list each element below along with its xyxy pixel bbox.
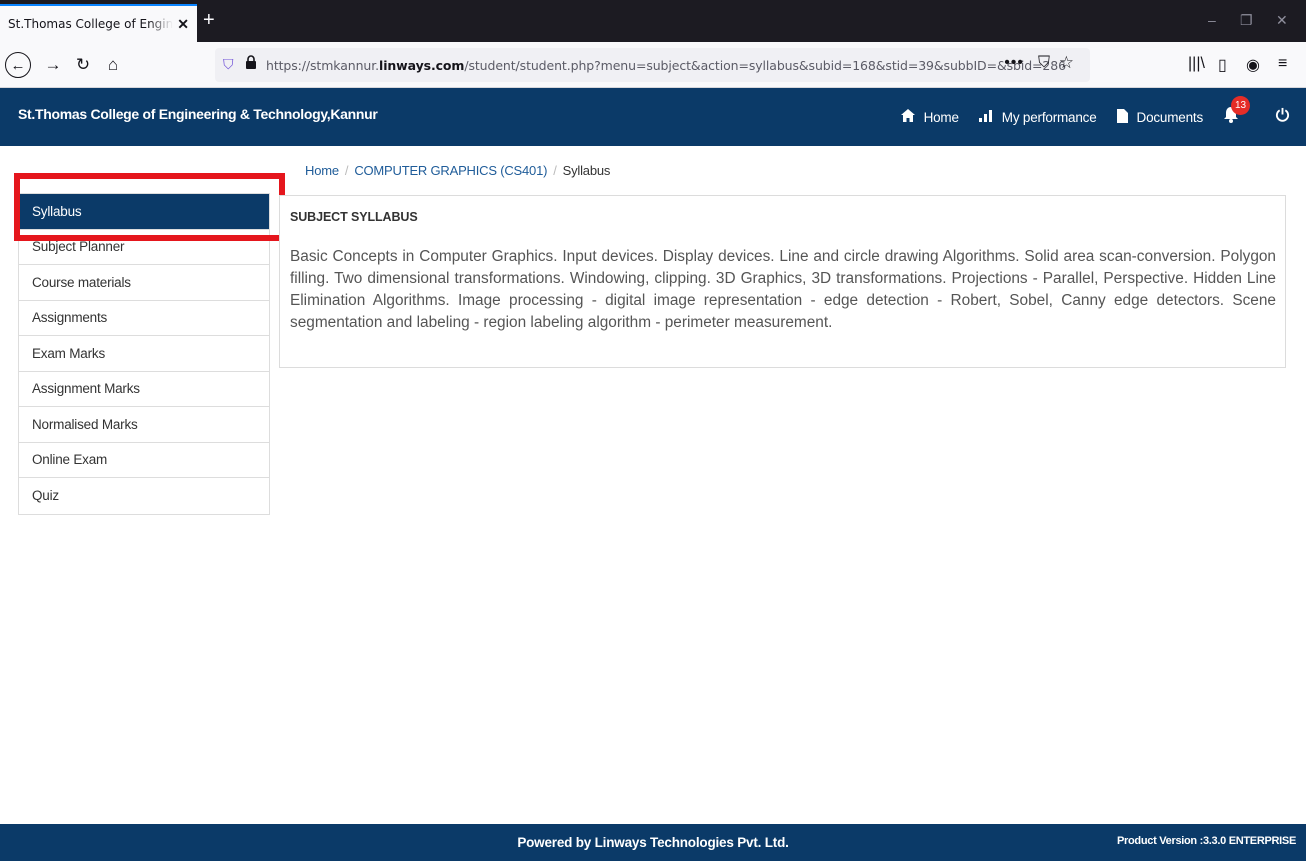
breadcrumb: Home / COMPUTER GRAPHICS (CS401) / Syllabus	[305, 163, 610, 178]
syllabus-text: Basic Concepts in Computer Graphics. Inp…	[290, 248, 1276, 331]
app-header: St.Thomas College of Engineering & Techn…	[0, 88, 1306, 146]
restore-icon[interactable]: ❐	[1240, 12, 1253, 29]
footer: Powered by Linways Technologies Pvt. Ltd…	[0, 824, 1306, 861]
sidebar-item-assignments[interactable]: Assignments	[19, 300, 269, 336]
nav-documents-label: Documents	[1136, 109, 1204, 125]
sidebar-item-exam-marks[interactable]: Exam Marks	[19, 336, 269, 372]
sidebar-item-quiz[interactable]: Quiz	[19, 478, 269, 514]
notification-badge: 13	[1231, 96, 1250, 115]
browser-toolbar: ← → ↻ ⌂ ⛉ https://stmkannur.linways.com/…	[0, 42, 1306, 88]
syllabus-panel: SUBJECT SYLLABUS Basic Concepts in Compu…	[279, 195, 1286, 368]
breadcrumb-separator: /	[553, 163, 557, 178]
home-icon[interactable]: ⌂	[100, 52, 126, 78]
breadcrumb-home[interactable]: Home	[305, 163, 339, 178]
back-icon[interactable]: ←	[5, 52, 31, 78]
browser-tab[interactable]: St.Thomas College of Engineering & Techn…	[0, 4, 197, 42]
breadcrumb-subject[interactable]: COMPUTER GRAPHICS (CS401)	[354, 163, 547, 178]
footer-powered-by: Powered by Linways Technologies Pvt. Ltd…	[517, 835, 789, 850]
more-icon[interactable]: •••	[1004, 54, 1024, 72]
subject-sidebar: Syllabus Subject Planner Course material…	[18, 193, 270, 515]
sidebar-icon[interactable]: ▯	[1218, 55, 1227, 75]
nav-home-label: Home	[923, 109, 959, 125]
star-icon[interactable]: ☆	[1059, 53, 1074, 73]
power-icon[interactable]	[1275, 107, 1290, 127]
breadcrumb-separator: /	[344, 163, 349, 178]
browser-tab-bar: St.Thomas College of Engineering & Techn…	[0, 0, 1306, 42]
url-bar[interactable]: ⛉ https://stmkannur.linways.com/student/…	[215, 48, 1090, 82]
home-icon	[900, 109, 915, 125]
notifications-button[interactable]: 13	[1223, 96, 1250, 128]
reload-icon[interactable]: ↻	[70, 52, 96, 78]
panel-heading: SUBJECT SYLLABUS	[290, 210, 418, 224]
sidebar-item-course-materials[interactable]: Course materials	[19, 265, 269, 301]
nav-home-link[interactable]: Home	[900, 109, 959, 125]
sidebar-item-assignment-marks[interactable]: Assignment Marks	[19, 371, 269, 407]
forward-icon[interactable]: →	[40, 52, 66, 78]
account-icon[interactable]: ◉	[1246, 55, 1260, 75]
url-text[interactable]: https://stmkannur.linways.com/student/st…	[266, 58, 1066, 73]
sidebar-item-subject-planner[interactable]: Subject Planner	[19, 229, 269, 265]
menu-icon[interactable]: ≡	[1278, 55, 1287, 73]
new-tab-button[interactable]: +	[203, 10, 215, 30]
nav-performance-label: My performance	[1001, 109, 1097, 125]
product-version: Product Version :3.3.0 ENTERPRISE	[1117, 835, 1296, 847]
sidebar-item-online-exam[interactable]: Online Exam	[19, 442, 269, 478]
shield-icon[interactable]: ⛉	[223, 56, 234, 73]
document-icon	[1116, 108, 1128, 126]
top-nav: Home My performance Documents 13	[900, 88, 1306, 146]
minimize-icon[interactable]: –	[1208, 12, 1216, 28]
sidebar-item-normalised-marks[interactable]: Normalised Marks	[19, 407, 269, 443]
library-icon[interactable]: |||\	[1188, 55, 1205, 73]
nav-documents-link[interactable]: Documents	[1116, 108, 1204, 126]
breadcrumb-current: Syllabus	[562, 163, 611, 178]
close-icon[interactable]: ✕	[177, 16, 189, 33]
window-close-icon[interactable]: ✕	[1276, 12, 1288, 29]
nav-performance-link[interactable]: My performance	[978, 109, 1097, 125]
tab-title: St.Thomas College of Engineering & Techn…	[8, 17, 174, 31]
pocket-icon[interactable]: ⛉	[1038, 54, 1050, 72]
lock-icon[interactable]	[245, 55, 257, 69]
bar-chart-icon	[978, 109, 993, 125]
sidebar-item-syllabus[interactable]: Syllabus	[19, 194, 269, 230]
app-title: St.Thomas College of Engineering & Techn…	[18, 106, 378, 122]
